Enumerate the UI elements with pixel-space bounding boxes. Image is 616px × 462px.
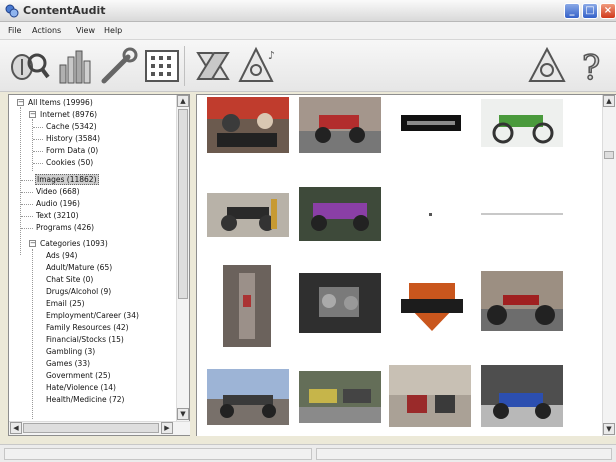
tree-line (21, 192, 33, 193)
menu-bar: File Actions View Help (0, 22, 616, 40)
motorcycle-chopper-thumbnail[interactable] (481, 271, 563, 331)
menu-actions[interactable]: Actions (32, 26, 61, 35)
status-pane (316, 448, 612, 460)
tree-item-category[interactable]: Government (25) (46, 371, 111, 380)
tree-item-audio[interactable]: Audio (196) (36, 199, 80, 208)
motorcycle-group-thumbnail[interactable] (299, 371, 381, 423)
svg-text:?: ? (582, 48, 600, 87)
scroll-up-icon[interactable]: ▲ (603, 95, 615, 107)
app-icon (5, 4, 19, 18)
banner-thumbnail[interactable] (401, 115, 461, 131)
tree-item-category[interactable]: Adult/Mature (65) (46, 263, 112, 272)
tree-item-category[interactable]: Hate/Violence (14) (46, 383, 116, 392)
tree-item-category[interactable]: Email (25) (46, 299, 85, 308)
tree-item-internet[interactable]: Internet (8976) (40, 110, 97, 119)
tree-item-cookies[interactable]: Cookies (50) (46, 158, 93, 167)
scroll-thumb[interactable] (604, 151, 614, 159)
image-vertical-scrollbar[interactable]: ▲ ▼ (602, 95, 616, 436)
tree-item-cache[interactable]: Cache (5342) (46, 122, 97, 131)
help-icon[interactable]: ? (572, 45, 614, 89)
tree-item-all-items[interactable]: All Items (19996) (28, 98, 93, 107)
tree-item-programs[interactable]: Programs (426) (36, 223, 94, 232)
collapse-toggle[interactable]: − (29, 111, 36, 118)
toolbar-separator (184, 46, 185, 86)
scroll-right-icon[interactable]: ▶ (161, 422, 173, 434)
maximize-button[interactable]: □ (582, 3, 598, 19)
scan-icon[interactable] (8, 45, 50, 87)
line-thumbnail[interactable] (481, 213, 563, 215)
status-bar (0, 444, 616, 462)
dot-thumbnail[interactable] (429, 213, 432, 216)
motorcycle-dark-thumbnail[interactable] (207, 193, 289, 237)
grid-view-icon[interactable] (142, 45, 184, 87)
category-tree[interactable]: − All Items (19996) − Internet (8976) Ca… (8, 94, 190, 436)
scroll-up-icon[interactable]: ▲ (177, 95, 189, 107)
menu-view[interactable]: View (76, 26, 95, 35)
motorcycle-red-thumbnail[interactable] (299, 97, 381, 153)
tree-item-category[interactable]: Gambling (3) (46, 347, 95, 356)
content-audit-window: ContentAudit _ □ × File Actions View Hel… (0, 0, 616, 462)
menu-file[interactable]: File (8, 26, 21, 35)
hazard-audio-icon[interactable]: ♪ (238, 45, 280, 87)
tree-item-history[interactable]: History (3584) (46, 134, 100, 143)
eraser-icon[interactable] (192, 45, 234, 87)
motorcycle-street-thumbnail[interactable] (389, 365, 471, 427)
scroll-down-icon[interactable]: ▼ (603, 423, 615, 435)
tree-item-category[interactable]: Games (33) (46, 359, 90, 368)
tree-line (21, 204, 33, 205)
motorcycle-blue-thumbnail[interactable] (481, 365, 563, 427)
scroll-thumb[interactable] (23, 423, 159, 433)
menu-help[interactable]: Help (104, 26, 122, 35)
harley-logo-thumbnail[interactable] (397, 273, 467, 337)
scroll-thumb[interactable] (178, 109, 188, 299)
collapse-toggle[interactable]: − (29, 240, 36, 247)
tree-vertical-scrollbar[interactable]: ▲ ▼ (176, 95, 189, 421)
tree-item-category[interactable]: Ads (94) (46, 251, 77, 260)
tree-item-categories[interactable]: Categories (1093) (40, 239, 108, 248)
tree-line (33, 163, 43, 164)
tree-item-category[interactable]: Financial/Stocks (15) (46, 335, 124, 344)
tree-line (33, 127, 43, 128)
tree-item-text[interactable]: Text (3210) (36, 211, 79, 220)
tree-item-video[interactable]: Video (668) (36, 187, 80, 196)
engine-thumbnail[interactable] (299, 273, 381, 333)
tools-icon[interactable] (98, 45, 140, 87)
motorcycle-people-thumbnail[interactable] (207, 97, 289, 153)
minimize-button[interactable]: _ (564, 3, 580, 19)
scroll-down-icon[interactable]: ▼ (177, 408, 189, 420)
tree-line (21, 180, 33, 181)
tree-line (21, 228, 33, 229)
status-pane (4, 448, 312, 460)
motorcycle-purple-thumbnail[interactable] (299, 187, 381, 241)
hazard-icon[interactable] (526, 45, 568, 87)
tree-line (32, 249, 33, 419)
svg-text:♪: ♪ (268, 49, 275, 62)
tree-item-category[interactable]: Employment/Career (34) (46, 311, 139, 320)
title-bar[interactable]: ContentAudit _ □ × (0, 0, 616, 22)
tree-line (21, 216, 33, 217)
tree-item-category[interactable]: Family Resources (42) (46, 323, 129, 332)
tree-line (33, 151, 43, 152)
tree-item-images[interactable]: Images (11862) (35, 174, 99, 185)
tree-item-form-data[interactable]: Form Data (0) (46, 146, 98, 155)
tree-item-category[interactable]: Chat Site (0) (46, 275, 93, 284)
tree-line (20, 107, 21, 255)
collapse-toggle[interactable]: − (17, 99, 24, 106)
close-button[interactable]: × (600, 3, 616, 19)
tree-horizontal-scrollbar[interactable]: ◀ ▶ (9, 421, 190, 435)
stats-icon[interactable] (56, 45, 98, 87)
tree-line (33, 139, 43, 140)
exhaust-thumbnail[interactable] (223, 265, 271, 347)
image-grid: ▲ ▼ (196, 94, 616, 436)
tree-item-category[interactable]: Health/Medicine (72) (46, 395, 124, 404)
scroll-left-icon[interactable]: ◀ (10, 422, 22, 434)
motorcycle-green-thumbnail[interactable] (481, 99, 563, 147)
window-title: ContentAudit (23, 4, 106, 17)
toolbar: ♪ ? (0, 40, 616, 92)
motorcycle-parking-thumbnail[interactable] (207, 369, 289, 425)
tree-item-category[interactable]: Drugs/Alcohol (9) (46, 287, 111, 296)
